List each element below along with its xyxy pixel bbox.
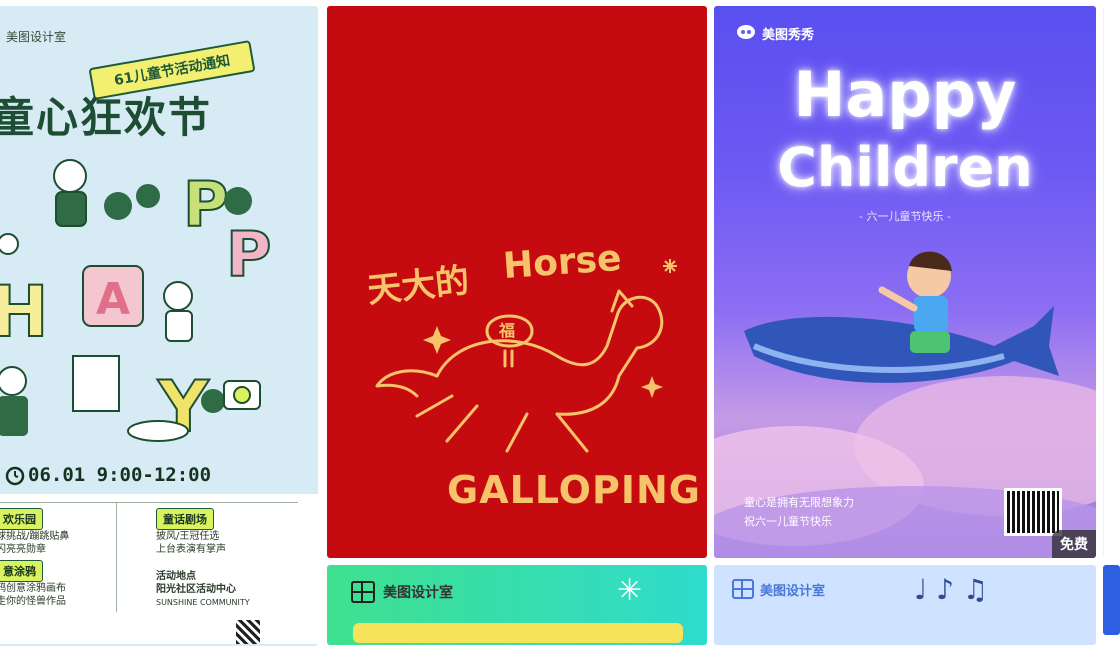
- partial-card-right-bottom[interactable]: [1103, 565, 1120, 635]
- kids-illustration: P P A Y H: [0, 159, 272, 449]
- section-line: 球挑战/蹦跳贴鼻: [0, 531, 70, 542]
- fu-character: 福: [498, 321, 515, 340]
- poster-brand-label: 美图秀秀: [762, 28, 815, 43]
- event-section-left-2: 意涂鸦 鸦创意涂鸦画布 走你的怪兽作品: [0, 560, 66, 608]
- horse-illustration: 福: [375, 259, 677, 453]
- poster-card-horse[interactable]: 天大的 Horse 福 GALLOPING: [327, 6, 707, 558]
- location-label: 活动地点: [156, 571, 196, 582]
- template-brand-label: 美图设计室: [383, 585, 453, 601]
- template-brand-label: 美图设计室: [760, 584, 826, 599]
- letter-h: H: [0, 271, 49, 353]
- alarm-clock-icon: [5, 466, 25, 486]
- poster-card-children-festival[interactable]: 美图设计室 61儿童节活动通知 童心狂欢节 P P A Y H 06.01 9:…: [0, 6, 318, 646]
- location-en: SUNSHINE COMMUNITY: [156, 598, 250, 607]
- poster-brand-label: 美图设计室: [6, 30, 67, 44]
- section-tag: 意涂鸦: [0, 560, 43, 582]
- template-banner: [353, 623, 683, 643]
- template-card-green[interactable]: 美图设计室 ✳: [327, 565, 707, 645]
- event-location: 活动地点 阳光社区活动中心 SUNSHINE COMMUNITY: [156, 570, 250, 609]
- section-line: 上台表演有掌声: [156, 544, 226, 555]
- poster-blurb-line1: 童心是拥有无限想象力: [744, 496, 854, 509]
- free-badge: 免费: [1052, 530, 1096, 558]
- title-children: Children: [777, 136, 1033, 199]
- title-happy: Happy: [793, 58, 1017, 131]
- event-time: 06.01 9:00-12:00: [28, 464, 212, 486]
- poster-card-happy-children[interactable]: 美图秀秀 Happy Children - 六一儿童节快乐 - 童心是拥有无限想…: [714, 6, 1096, 558]
- section-line: 走你的怪兽作品: [0, 596, 66, 607]
- section-line: 披风/王冠任选: [156, 531, 220, 542]
- section-line: 闪亮亮勋章: [0, 544, 46, 555]
- sparkle-icon: ✳: [617, 573, 643, 608]
- poster-title: 童心狂欢节: [0, 93, 213, 142]
- section-line: 鸦创意涂鸦画布: [0, 583, 66, 594]
- qr-code: [1004, 488, 1062, 536]
- letter-p1: P: [183, 168, 228, 241]
- grid-logo-icon: [351, 581, 375, 603]
- section-tag: 童话剧场: [156, 508, 214, 530]
- partial-card-right[interactable]: [1103, 6, 1120, 558]
- letter-a: A: [96, 274, 130, 325]
- location-name: 阳光社区活动中心: [156, 584, 236, 595]
- event-info-area: 欢乐园 球挑战/蹦跳贴鼻 闪亮亮勋章 意涂鸦 鸦创意涂鸦画布 走你的怪兽作品 童…: [0, 494, 318, 644]
- meitu-logo-icon: [737, 25, 755, 39]
- event-section-left-1: 欢乐园 球挑战/蹦跳贴鼻 闪亮亮勋章: [0, 508, 69, 556]
- template-card-music[interactable]: 美图设计室 ♩ ♪ ♫: [714, 565, 1096, 645]
- letter-p2: P: [226, 218, 271, 291]
- horse-bottom-text: GALLOPING: [447, 468, 701, 512]
- section-tag: 欢乐园: [0, 508, 43, 530]
- poster-blurb-line2: 祝六一儿童节快乐: [744, 515, 832, 528]
- qr-code: [236, 620, 260, 644]
- grid-logo-icon: [732, 579, 754, 599]
- event-section-right-1: 童话剧场 披风/王冠任选 上台表演有掌声: [156, 508, 226, 556]
- music-note-icon: ♩ ♪ ♫: [914, 573, 988, 606]
- poster-subtitle: - 六一儿童节快乐 -: [859, 210, 951, 223]
